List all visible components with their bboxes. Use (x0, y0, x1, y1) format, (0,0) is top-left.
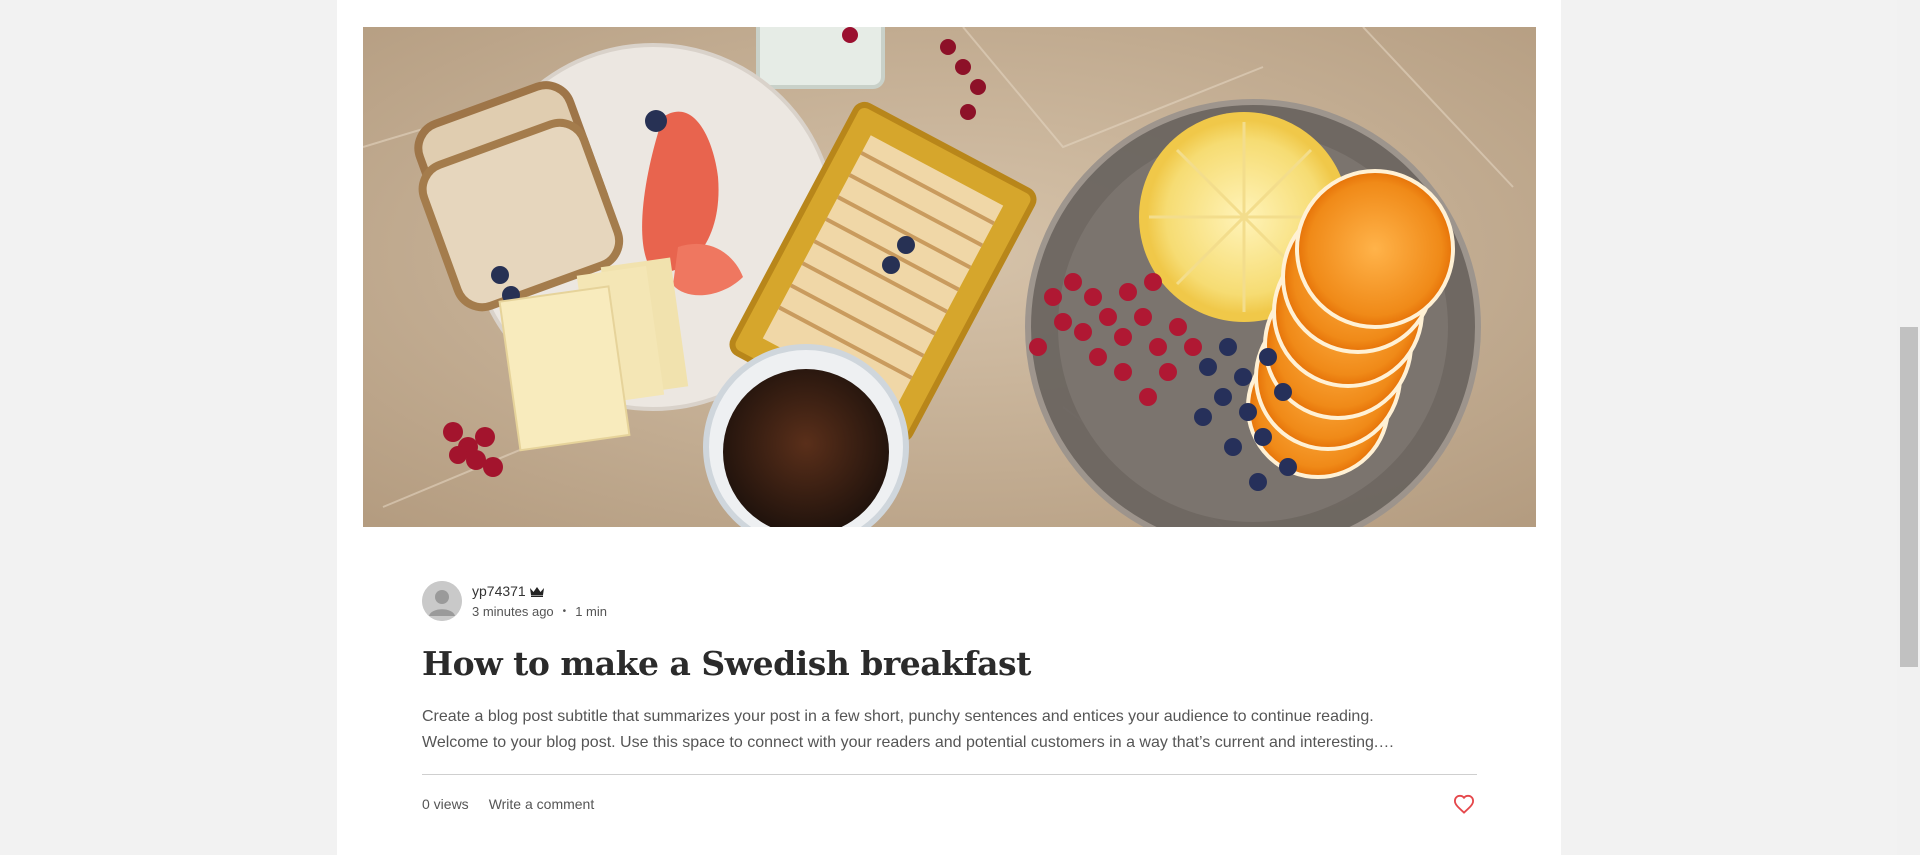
post-cover-image[interactable] (363, 27, 1536, 527)
views-count: 0 views (422, 796, 469, 812)
excerpt-line-1: Create a blog post subtitle that summari… (422, 708, 1374, 725)
blog-post-card: yp74371 3 minutes ago • 1 min How to mak… (337, 0, 1561, 855)
author-meta: yp74371 3 minutes ago • 1 min (472, 582, 607, 620)
post-footer: 0 views Write a comment (422, 775, 1477, 833)
write-comment-link[interactable]: Write a comment (489, 796, 595, 812)
author-row: yp74371 3 minutes ago • 1 min (422, 580, 1477, 622)
author-line: yp74371 (472, 582, 607, 600)
read-time: 1 min (575, 603, 607, 619)
post-meta: 3 minutes ago • 1 min (472, 602, 607, 620)
post-title[interactable]: How to make a Swedish breakfast (422, 644, 1477, 684)
publish-time: 3 minutes ago (472, 603, 554, 619)
post-excerpt[interactable]: Create a blog post subtitle that summari… (422, 704, 1477, 756)
heart-icon (1453, 794, 1475, 814)
post-stats: 0 views Write a comment (422, 796, 594, 812)
excerpt-line-2: Welcome to your blog post. Use this spac… (422, 734, 1395, 751)
like-button[interactable] (1451, 791, 1477, 817)
user-avatar-icon[interactable] (422, 581, 462, 621)
scrollbar-thumb[interactable] (1900, 327, 1918, 667)
crown-icon (529, 585, 545, 597)
meta-separator: • (562, 605, 567, 617)
breakfast-photo (363, 27, 1536, 527)
author-name[interactable]: yp74371 (472, 583, 526, 599)
post-content: yp74371 3 minutes ago • 1 min How to mak… (422, 580, 1477, 833)
